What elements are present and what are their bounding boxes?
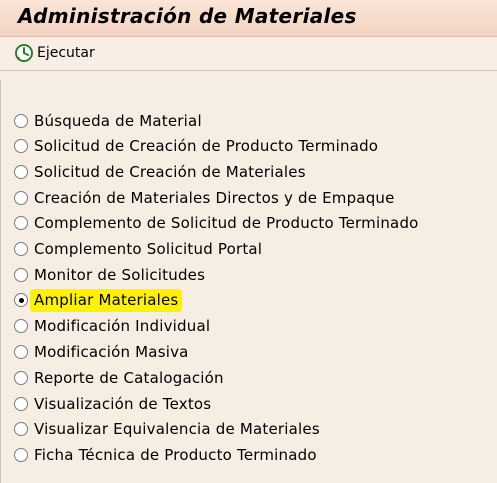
radio-label: Visualizar Equivalencia de Materiales [34, 420, 320, 438]
frame-border [0, 80, 1, 483]
radio-complemento-portal[interactable]: Complemento Solicitud Portal [14, 238, 262, 260]
radio-button[interactable] [14, 371, 28, 385]
radio-label: Ficha Técnica de Producto Terminado [34, 446, 317, 464]
radio-button[interactable] [14, 165, 28, 179]
radio-button[interactable] [14, 216, 28, 230]
radio-button[interactable] [14, 268, 28, 282]
radio-label: Reporte de Catalogación [34, 369, 224, 387]
radio-button[interactable] [14, 191, 28, 205]
radio-label: Complemento de Solicitud de Producto Ter… [34, 214, 419, 232]
radio-label: Creación de Materiales Directos y de Emp… [34, 189, 395, 207]
radio-ampliar-materiales[interactable]: Ampliar Materiales [14, 288, 183, 312]
radio-button[interactable] [14, 139, 28, 153]
radio-label: Visualización de Textos [34, 395, 212, 413]
radio-solicitud-producto-terminado[interactable]: Solicitud de Creación de Producto Termin… [14, 135, 378, 157]
radio-label: Solicitud de Creación de Producto Termin… [34, 137, 379, 155]
radio-busqueda-material[interactable]: Búsqueda de Material [14, 110, 202, 132]
radio-modificacion-individual[interactable]: Modificación Individual [14, 315, 210, 337]
radio-solicitud-materiales[interactable]: Solicitud de Creación de Materiales [14, 161, 306, 183]
radio-modificacion-masiva[interactable]: Modificación Masiva [14, 341, 189, 363]
radio-label: Búsqueda de Material [34, 112, 202, 130]
radio-label: Modificación Individual [34, 317, 211, 335]
radio-monitor-solicitudes[interactable]: Monitor de Solicitudes [14, 264, 205, 286]
execute-button[interactable]: Ejecutar [14, 42, 95, 64]
execute-clock-icon [15, 44, 33, 62]
radio-button[interactable] [14, 242, 28, 256]
radio-ficha-tecnica[interactable]: Ficha Técnica de Producto Terminado [14, 444, 317, 466]
radio-button-selected[interactable] [14, 293, 28, 307]
radio-complemento-producto-terminado[interactable]: Complemento de Solicitud de Producto Ter… [14, 212, 419, 234]
radio-button[interactable] [14, 448, 28, 462]
radio-button[interactable] [14, 114, 28, 128]
radio-label: Complemento Solicitud Portal [34, 240, 263, 258]
radio-button[interactable] [14, 345, 28, 359]
application-toolbar: Ejecutar [0, 37, 497, 71]
radio-label: Monitor de Solicitudes [34, 266, 206, 284]
radio-button[interactable] [14, 397, 28, 411]
radio-label-highlighted: Ampliar Materiales [30, 288, 183, 312]
radio-label: Solicitud de Creación de Materiales [34, 163, 306, 181]
radio-creacion-materiales-directos[interactable]: Creación de Materiales Directos y de Emp… [14, 187, 395, 209]
radio-label: Modificación Masiva [34, 343, 189, 361]
execute-label: Ejecutar [37, 45, 95, 61]
radio-visualizar-equivalencia[interactable]: Visualizar Equivalencia de Materiales [14, 418, 320, 440]
radio-button[interactable] [14, 319, 28, 333]
radio-reporte-catalogacion[interactable]: Reporte de Catalogación [14, 367, 224, 389]
title-bar: Administración de Materiales [0, 0, 497, 37]
page-title: Administración de Materiales [18, 4, 357, 28]
radio-button[interactable] [14, 422, 28, 436]
radio-visualizacion-textos[interactable]: Visualización de Textos [14, 393, 211, 415]
